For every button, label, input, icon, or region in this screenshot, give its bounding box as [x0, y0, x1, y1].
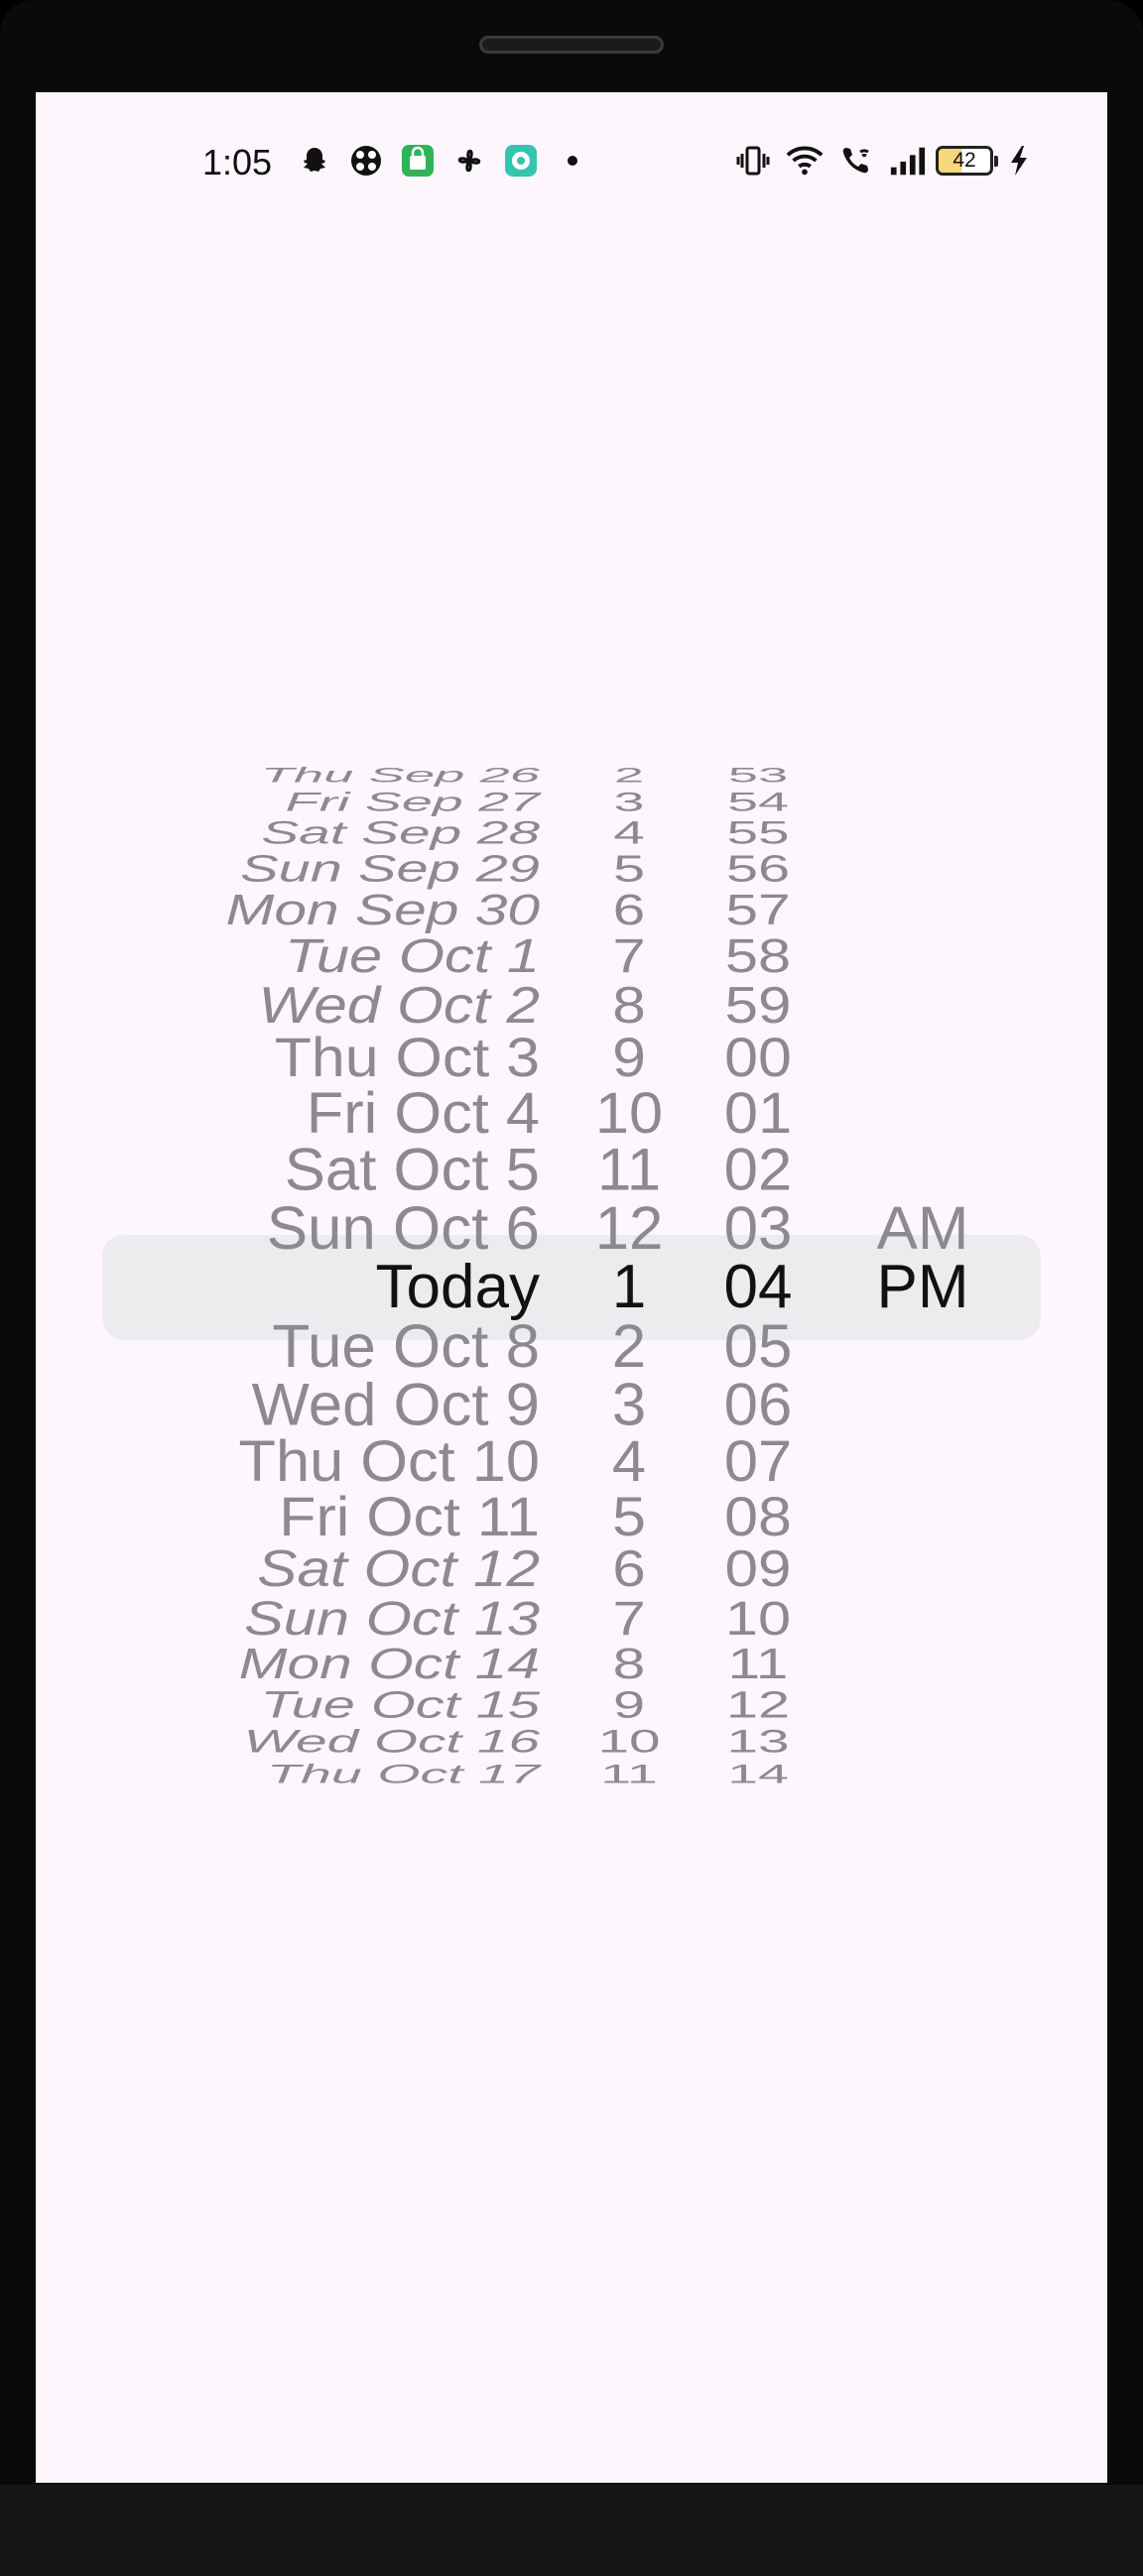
picker-hour-cell[interactable]: 3	[570, 786, 689, 816]
picker-hour-cell[interactable]: 2	[570, 764, 689, 789]
wifi-calling-icon	[839, 142, 877, 180]
game-controller-icon	[347, 142, 385, 180]
picker-minute-cell[interactable]: 56	[698, 847, 818, 891]
picker-date-cell[interactable]: Sun Oct 13	[244, 1591, 540, 1646]
picker-minute-cell[interactable]: 54	[698, 786, 818, 816]
picker-date-cell[interactable]: Tue Oct 15	[261, 1683, 540, 1727]
shopping-bag-icon	[399, 142, 437, 180]
picker-hour-cell[interactable]: 8	[570, 1640, 689, 1689]
device-frame: 1:05 42 Thu Sep 26 2 53 Fri Sep 27 3 54 …	[0, 0, 1143, 2576]
vibrate-icon	[734, 142, 772, 180]
picker-date-cell[interactable]: Thu Sep 26	[261, 764, 540, 789]
pinwheel-icon	[450, 142, 488, 180]
picker-minute-cell[interactable]: 14	[698, 1758, 818, 1788]
picker-ampm-cell[interactable]: PM	[853, 1252, 992, 1323]
charging-bolt-icon	[1000, 142, 1038, 180]
picker-date-cell[interactable]: Mon Oct 14	[239, 1640, 540, 1689]
screen: 1:05 42 Thu Sep 26 2 53 Fri Sep 27 3 54 …	[36, 92, 1107, 2483]
picker-minute-cell[interactable]: 11	[698, 1640, 818, 1689]
picker-hour-cell[interactable]: 5	[570, 847, 689, 891]
picker-hour-cell[interactable]: 4	[570, 814, 689, 852]
picker-minute-cell[interactable]: 53	[698, 764, 818, 789]
wifi-icon	[786, 142, 824, 180]
picker-date-cell[interactable]: Sat Sep 28	[261, 814, 540, 852]
earpiece-speaker	[479, 36, 664, 54]
picker-date-cell[interactable]: Thu Oct 17	[267, 1758, 540, 1788]
picker-date-cell[interactable]: Wed Oct 16	[244, 1723, 540, 1761]
signal-bars-icon	[889, 142, 927, 180]
picker-hour-cell[interactable]: 9	[570, 1683, 689, 1727]
notification-dot-icon	[554, 142, 591, 180]
picker-minute-cell[interactable]: 55	[698, 814, 818, 852]
status-time: 1:05	[202, 142, 273, 183]
device-bottom-bezel	[0, 2485, 1143, 2576]
snapchat-icon	[296, 142, 333, 180]
picker-minute-cell[interactable]: 10	[698, 1591, 818, 1646]
picker-minute-cell[interactable]: 13	[698, 1723, 818, 1761]
picker-minute-cell[interactable]: 12	[698, 1683, 818, 1727]
status-bar: 1:05 42	[36, 92, 1107, 231]
picker-hour-cell[interactable]: 11	[570, 1758, 689, 1788]
picker-hour-cell[interactable]: 7	[570, 1591, 689, 1646]
chat-app-icon	[502, 142, 540, 180]
picker-hour-cell[interactable]: 10	[570, 1723, 689, 1761]
battery-indicator: 42	[936, 146, 998, 176]
picker-date-cell[interactable]: Sun Sep 29	[240, 847, 540, 891]
picker-date-cell[interactable]: Fri Sep 27	[286, 786, 540, 816]
